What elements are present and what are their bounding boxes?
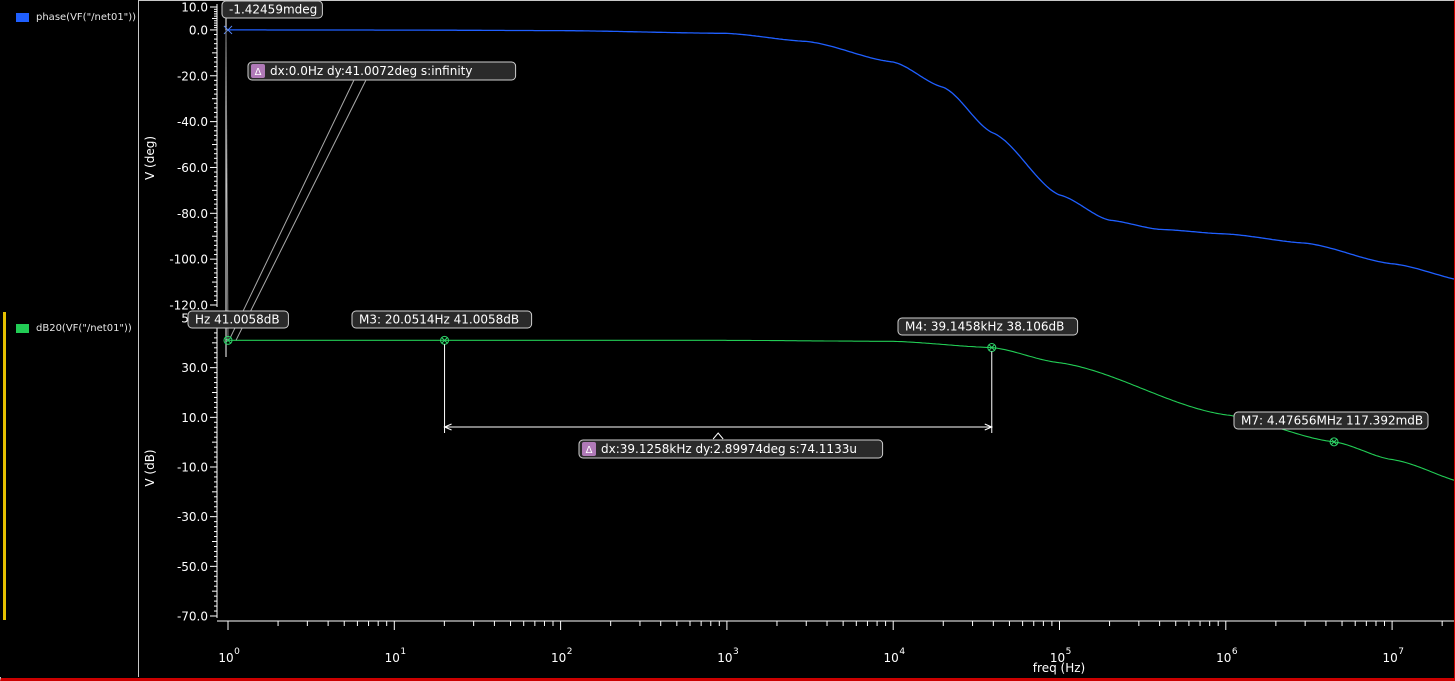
phase-delta-label-text: dx:0.0Hz dy:41.0072deg s:infinity — [270, 64, 472, 78]
db-y-tick-label: -50.0 — [177, 560, 208, 574]
x-tick-exponent: 3 — [733, 647, 739, 657]
y-axis-label-db: V (dB) — [143, 449, 157, 486]
y-axis-label-phase: V (deg) — [143, 136, 157, 180]
x-tick-label: 10 — [1382, 651, 1397, 665]
phase-y-tick-label: -120.0 — [169, 299, 208, 313]
x-axis-label: freq (Hz) — [1033, 661, 1085, 675]
db-marker-label-m3: M3: 20.0514Hz 41.0058dB — [351, 310, 533, 329]
x-tick-label: 10 — [385, 651, 400, 665]
phase-y-tick-label: -20.0 — [177, 69, 208, 83]
phase-marker-label-text: -1.42459mdeg — [229, 3, 317, 17]
db-y-tick-label: -70.0 — [177, 610, 208, 624]
waveform-plot[interactable]: 10.0 0.0 -20.0 -40.0 -60.0 -80.0 -100.0 -120.0 5… — [0, 0, 1455, 681]
x-tick-exponent: 1 — [400, 647, 406, 657]
phase-delta-label-badge-glyph: Δ — [255, 67, 262, 78]
db-y-tick-label: 10.0 — [181, 411, 208, 425]
db-marker-label-m7-text: M7: 4.47656MHz 117.392mdB — [1241, 414, 1423, 428]
x-tick-label: 10 — [1216, 651, 1231, 665]
x-tick-exponent: 6 — [1232, 647, 1238, 657]
phase-delta-leader-a — [229, 79, 355, 339]
annotation-layer: -1.42459mdeg Δ dx:0.0Hz dy:41.0072deg s:in… — [187, 0, 1429, 459]
x-tick-exponent: 4 — [899, 647, 905, 657]
phase-y-tick-label: -80.0 — [177, 207, 208, 221]
phase-y-tick-label: 10.0 — [181, 1, 208, 15]
x-tick-exponent: 7 — [1398, 647, 1404, 657]
db-marker-label-m4-text: M4: 39.1458kHz 38.106dB — [905, 320, 1064, 334]
x-tick-label: 10 — [717, 651, 732, 665]
axes-layer: 10.0 0.0 -20.0 -40.0 -60.0 -80.0 -100.0 -120.0 5… — [143, 1, 1454, 675]
db-marker-label-1hz-text: Hz 41.0058dB — [195, 313, 280, 327]
db-y-tick-label: -10.0 — [177, 461, 208, 475]
phase-y-tick-label: 0.0 — [189, 23, 208, 37]
db-delta-label: Δdx:39.1258kHz dy:2.89974deg s:74.1133u — [578, 439, 884, 459]
db-marker-label-m3-text: M3: 20.0514Hz 41.0058dB — [359, 313, 519, 327]
phase-marker-label: -1.42459mdeg — [221, 0, 323, 19]
phase-y-tick-label: -100.0 — [169, 253, 208, 267]
db-marker-label-m7: M7: 4.47656MHz 117.392mdB — [1233, 411, 1429, 430]
db-delta-pointer — [712, 432, 724, 440]
phase-y-tick-label: -60.0 — [177, 161, 208, 175]
x-tick-label: 10 — [218, 651, 233, 665]
x-tick-label: 10 — [884, 651, 899, 665]
x-tick-exponent: 0 — [234, 647, 240, 657]
db-marker-label-1hz: Hz 41.0058dB — [187, 310, 289, 329]
phase-y-tick-label: -40.0 — [177, 115, 208, 129]
phase-delta-leader-b — [235, 79, 367, 341]
x-tick-exponent: 2 — [567, 647, 573, 657]
db-y-tick-label: -30.0 — [177, 510, 208, 524]
db-y-tick-label: 30.0 — [181, 361, 208, 375]
phase-delta-label: Δdx:0.0Hz dy:41.0072deg s:infinity — [247, 61, 517, 81]
x-tick-label: 10 — [551, 651, 566, 665]
x-tick-exponent: 5 — [1066, 647, 1072, 657]
db-delta-label-text: dx:39.1258kHz dy:2.89974deg s:74.1133u — [601, 442, 857, 456]
db-marker-label-m4: M4: 39.1458kHz 38.106dB — [897, 317, 1079, 336]
db-delta-label-badge-glyph: Δ — [586, 445, 593, 456]
